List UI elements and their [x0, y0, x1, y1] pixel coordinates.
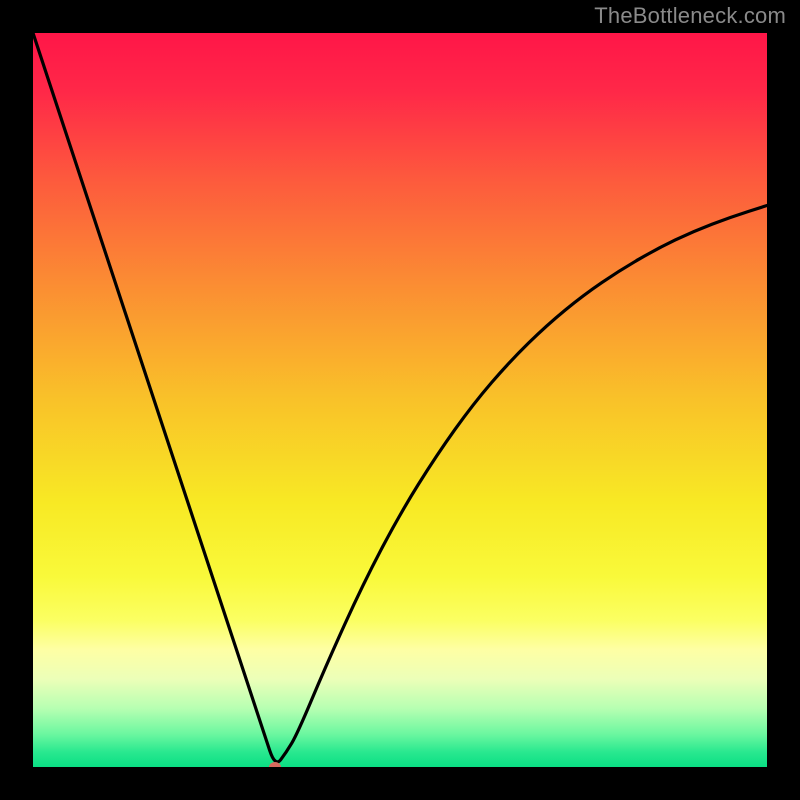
bottleneck-curve [33, 33, 767, 762]
watermark-text: TheBottleneck.com [594, 3, 786, 29]
optimum-marker [269, 762, 281, 767]
plot-area [33, 33, 767, 767]
chart-frame: TheBottleneck.com [0, 0, 800, 800]
curve-layer [33, 33, 767, 767]
